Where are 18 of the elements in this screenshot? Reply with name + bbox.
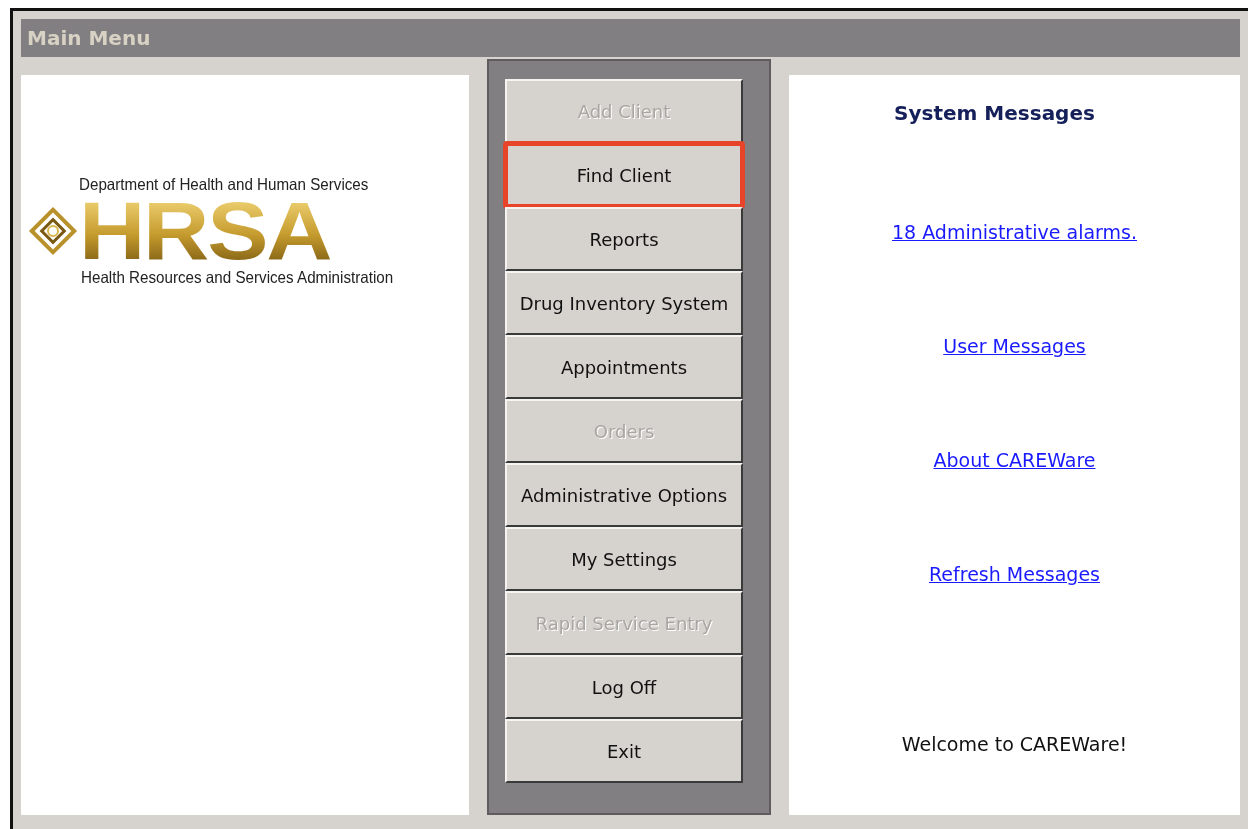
menu-button[interactable]: My Settings <box>505 527 743 591</box>
menu-button[interactable]: Log Off <box>505 655 743 719</box>
message-link[interactable]: About CAREWare <box>933 449 1096 471</box>
welcome-text: Welcome to CAREWare! <box>901 733 1128 755</box>
menu-button[interactable]: Drug Inventory System <box>505 271 743 335</box>
menu-button[interactable]: Find Client <box>505 143 743 207</box>
diamond-knot-icon <box>27 205 79 257</box>
menu-button[interactable]: Exit <box>505 719 743 783</box>
message-link[interactable]: Refresh Messages <box>929 563 1100 585</box>
window-title: Main Menu <box>21 19 1240 57</box>
menu-button[interactable]: Appointments <box>505 335 743 399</box>
menu-button[interactable]: Reports <box>505 207 743 271</box>
messages-heading: System Messages <box>894 101 1095 125</box>
menu-button[interactable]: Administrative Options <box>505 463 743 527</box>
agency-name-text: Health Resources and Services Administration <box>81 268 395 287</box>
message-link[interactable]: User Messages <box>943 335 1086 357</box>
message-link[interactable]: 18 Administrative alarms. <box>891 221 1137 243</box>
department-text: Department of Health and Human Services <box>79 175 370 194</box>
